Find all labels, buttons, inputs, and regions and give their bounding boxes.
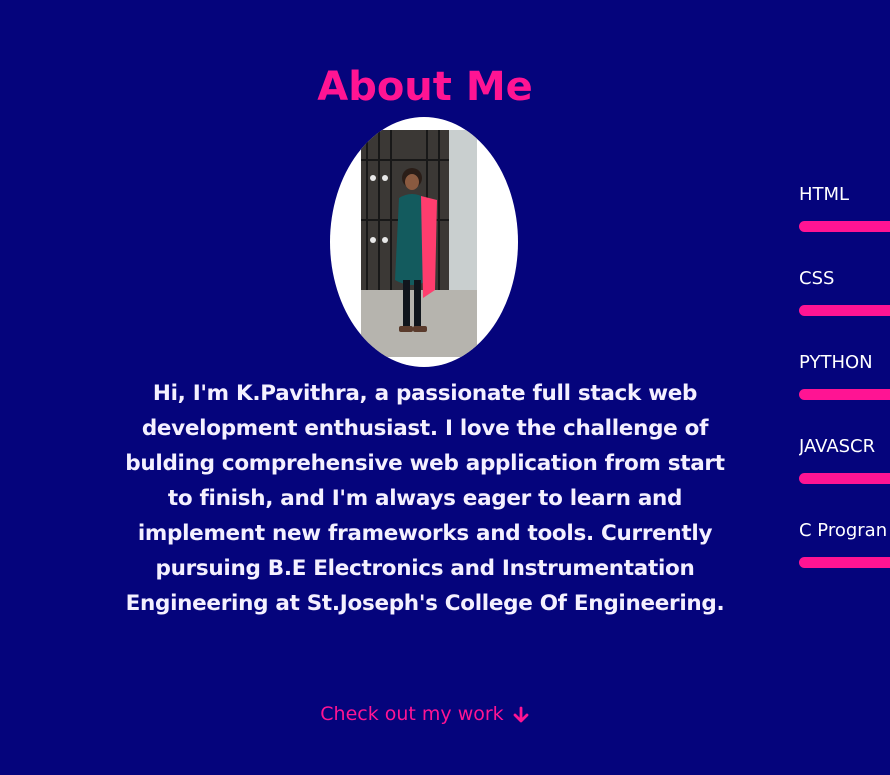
- skills-list: HTML CSS PYTHON JAVASCR C Progran: [799, 182, 890, 602]
- skill-bar: [799, 557, 890, 568]
- skill-label: PYTHON: [799, 352, 873, 373]
- skill-item-python: PYTHON: [799, 350, 890, 434]
- profile-photo-frame: [330, 117, 518, 367]
- profile-photo: [361, 130, 477, 357]
- skill-label: HTML: [799, 184, 850, 205]
- skill-item-css: CSS: [799, 266, 890, 350]
- section-title: About Me: [317, 64, 533, 110]
- check-out-work-link[interactable]: Check out my work: [260, 700, 590, 728]
- skill-bar: [799, 305, 890, 316]
- skill-bar: [799, 221, 890, 232]
- skill-item-c-programming: C Progran: [799, 518, 890, 602]
- skill-label: CSS: [799, 268, 835, 289]
- arrow-down-icon: [513, 706, 529, 722]
- bio-text: Hi, I'm K.Pavithra, a passionate full st…: [125, 381, 725, 616]
- skill-label: JAVASCR: [799, 436, 876, 457]
- skill-bar: [799, 389, 890, 400]
- skill-item-html: HTML: [799, 182, 890, 266]
- check-out-work-label: Check out my work: [320, 703, 504, 725]
- skill-label: C Progran: [799, 520, 888, 541]
- skill-item-javascript: JAVASCR: [799, 434, 890, 518]
- skill-bar: [799, 473, 890, 484]
- about-section: About Me Hi, I'm K.Pavithra, a passionat…: [0, 0, 890, 775]
